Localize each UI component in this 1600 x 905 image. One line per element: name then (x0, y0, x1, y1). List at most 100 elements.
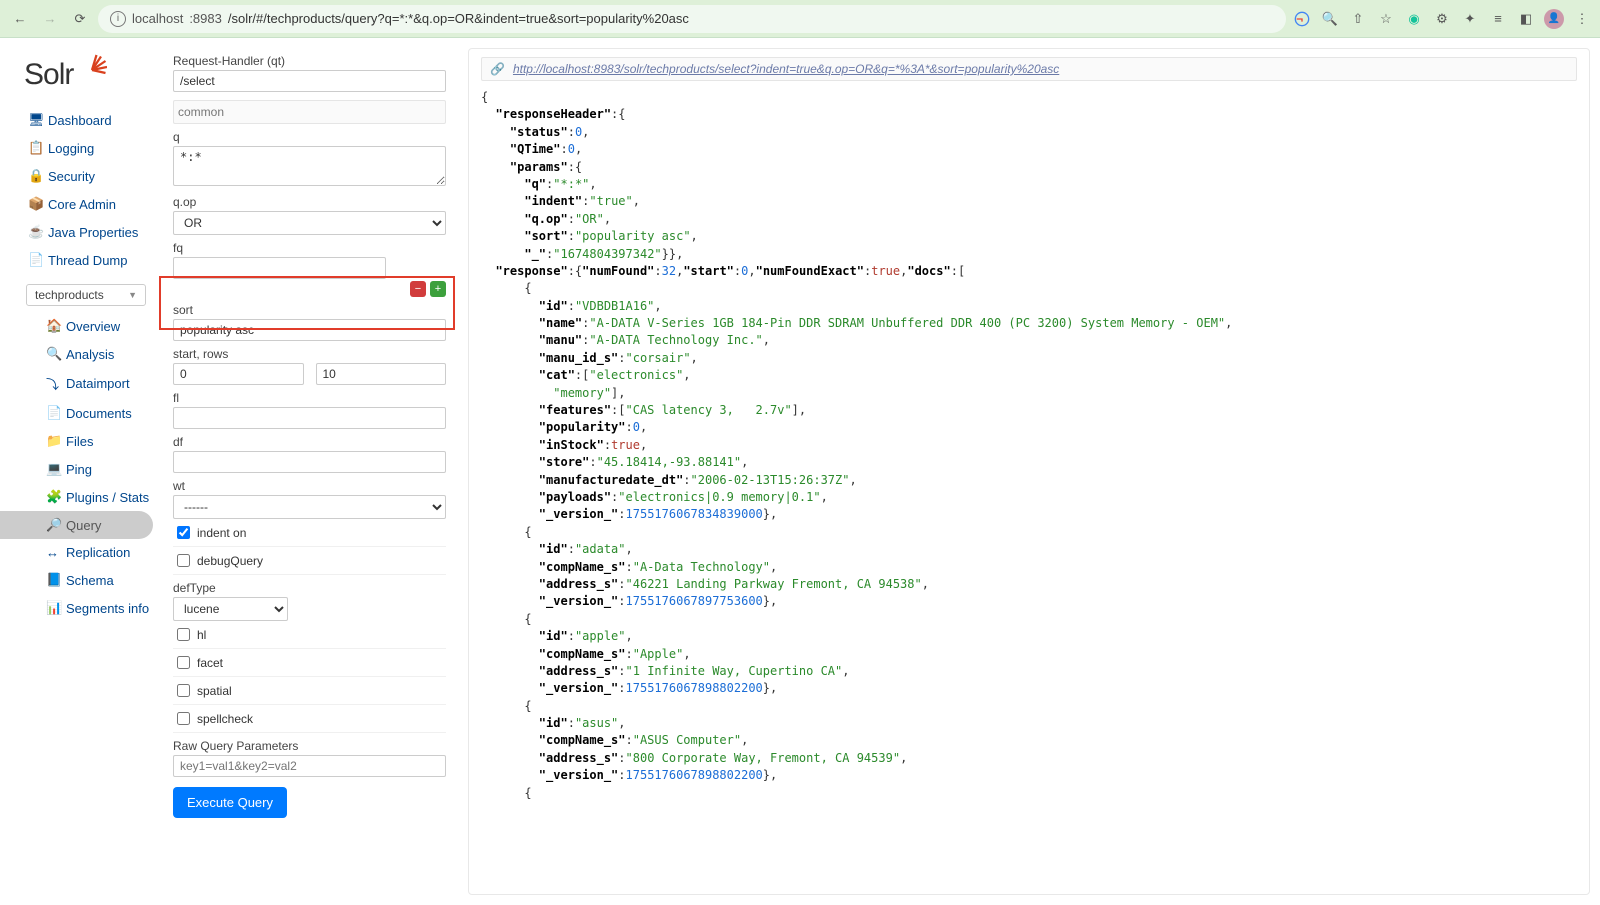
nav-label: Core Admin (48, 197, 116, 212)
nav-item-core-admin[interactable]: 📦Core Admin (0, 190, 163, 218)
q-label: q (173, 130, 446, 144)
settings-icon[interactable]: ⚙ (1432, 9, 1452, 29)
hl-checkbox[interactable] (177, 628, 190, 641)
browser-toolbar: ← → ⟳ i localhost:8983/solr/#/techproduc… (0, 0, 1600, 38)
nav-label: Plugins / Stats (66, 490, 149, 505)
nav-icon: 📁 (46, 433, 60, 449)
nav-label: Java Properties (48, 225, 138, 240)
address-bar[interactable]: i localhost:8983/solr/#/techproducts/que… (98, 5, 1286, 33)
sort-input[interactable] (173, 319, 446, 341)
nav-icon: 🔎 (46, 517, 60, 533)
spellcheck-checkbox[interactable] (177, 712, 190, 725)
rawparams-input[interactable] (173, 755, 446, 777)
fq-label: fq (173, 241, 446, 255)
result-panel: 🔗 http://localhost:8983/solr/techproduct… (468, 48, 1590, 895)
chevron-down-icon: ▼ (128, 290, 137, 300)
start-input[interactable] (173, 363, 304, 385)
playlist-icon[interactable]: ≡ (1488, 9, 1508, 29)
core-nav-files[interactable]: 📁 Files (0, 427, 163, 455)
sort-label: sort (173, 303, 446, 317)
nav-icon: 📘 (46, 572, 60, 588)
search-icon[interactable]: 🔍 (1320, 9, 1340, 29)
nav-icon: ⤵ (46, 374, 60, 393)
url-type-icon: 🔗 (490, 62, 505, 76)
nav-icon: 🖥 (28, 112, 42, 128)
core-nav-ping[interactable]: 💻Ping (0, 455, 163, 483)
nav-label: Dataimport (66, 376, 130, 391)
wt-select[interactable]: ------ (173, 495, 446, 519)
nav-item-thread-dump[interactable]: 📄 Thread Dump (0, 246, 163, 274)
df-label: df (173, 435, 446, 449)
nav-icon: 📋 (28, 140, 42, 156)
fq-input[interactable] (173, 257, 386, 279)
qop-select[interactable]: OR (173, 211, 446, 235)
nav-label: Documents (66, 406, 132, 421)
query-panel: Request-Handler (qt) common q q.op OR fq… (173, 48, 456, 895)
core-nav-schema[interactable]: 📘Schema (0, 566, 163, 594)
nav-item-logging[interactable]: 📋Logging (0, 134, 163, 162)
result-url[interactable]: http://localhost:8983/solr/techproducts/… (513, 62, 1059, 76)
menu-icon[interactable]: ⋮ (1572, 9, 1592, 29)
reload-button[interactable]: ⟳ (68, 7, 92, 31)
nav-icon: 🧩 (46, 489, 60, 505)
core-nav-query[interactable]: 🔎 Query (0, 511, 153, 539)
nav-icon: 🔒 (28, 168, 42, 184)
avatar-icon[interactable]: 👤 (1544, 9, 1564, 29)
result-url-bar[interactable]: 🔗 http://localhost:8983/solr/techproduct… (481, 57, 1577, 81)
nav-label: Replication (66, 545, 130, 560)
facet-checkbox[interactable] (177, 656, 190, 669)
core-nav-analysis[interactable]: 🔍Analysis (0, 340, 163, 368)
panel-icon[interactable]: ◧ (1516, 9, 1536, 29)
execute-query-button[interactable]: Execute Query (173, 787, 287, 818)
nav-label: Files (66, 434, 93, 449)
site-info-icon[interactable]: i (110, 11, 126, 27)
grammarly-icon[interactable]: ◉ (1404, 9, 1424, 29)
nav-label: Overview (66, 319, 120, 334)
nav-label: Segments info (66, 601, 149, 616)
q-textarea[interactable] (173, 146, 446, 186)
nav-label: Ping (66, 462, 92, 477)
core-nav-plugins-stats[interactable]: 🧩 Plugins / Stats (0, 483, 163, 511)
nav-label: Dashboard (48, 113, 112, 128)
core-nav-documents[interactable]: 📄Documents (0, 399, 163, 427)
back-button[interactable]: ← (8, 7, 32, 31)
nav-icon: 📄 (28, 252, 42, 268)
nav-icon: 🏠 (46, 318, 60, 334)
deftype-select[interactable]: lucene (173, 597, 288, 621)
core-nav-overview[interactable]: 🏠 Overview (0, 312, 163, 340)
remove-fq-icon[interactable]: − (410, 281, 426, 297)
debug-label: debugQuery (197, 554, 263, 568)
star-icon[interactable]: ☆ (1376, 9, 1396, 29)
qt-input[interactable] (173, 70, 446, 92)
core-nav-replication[interactable]: ↔ Replication (0, 539, 163, 566)
nav-icon: 🔍 (46, 346, 60, 362)
common-legend: common (173, 100, 446, 124)
debug-checkbox[interactable] (177, 554, 190, 567)
qop-label: q.op (173, 195, 446, 209)
core-nav-segments-info[interactable]: 📊Segments info (0, 594, 163, 622)
nav-item-security[interactable]: 🔒Security (0, 162, 163, 190)
share-icon[interactable]: ⇧ (1348, 9, 1368, 29)
indent-label: indent on (197, 526, 246, 540)
nav-label: Thread Dump (48, 253, 127, 268)
nav-label: Query (66, 518, 101, 533)
qt-label: Request-Handler (qt) (173, 54, 446, 68)
spellcheck-label: spellcheck (197, 712, 253, 726)
collection-selector[interactable]: techproducts ▼ (26, 284, 146, 306)
fl-label: fl (173, 391, 446, 405)
nav-icon: ↔ (46, 545, 60, 560)
nav-item-dashboard[interactable]: 🖥 Dashboard (0, 106, 163, 134)
add-fq-icon[interactable]: + (430, 281, 446, 297)
fl-input[interactable] (173, 407, 446, 429)
google-icon[interactable] (1292, 9, 1312, 29)
df-input[interactable] (173, 451, 446, 473)
indent-checkbox[interactable] (177, 526, 190, 539)
extensions-icon[interactable]: ✦ (1460, 9, 1480, 29)
core-nav-dataimport[interactable]: ⤵ Dataimport (0, 368, 163, 399)
spatial-checkbox[interactable] (177, 684, 190, 697)
forward-button[interactable]: → (38, 7, 62, 31)
rows-input[interactable] (316, 363, 447, 385)
nav-item-java-properties[interactable]: ☕Java Properties (0, 218, 163, 246)
rawparams-label: Raw Query Parameters (173, 739, 446, 753)
url-host: localhost (132, 11, 183, 26)
